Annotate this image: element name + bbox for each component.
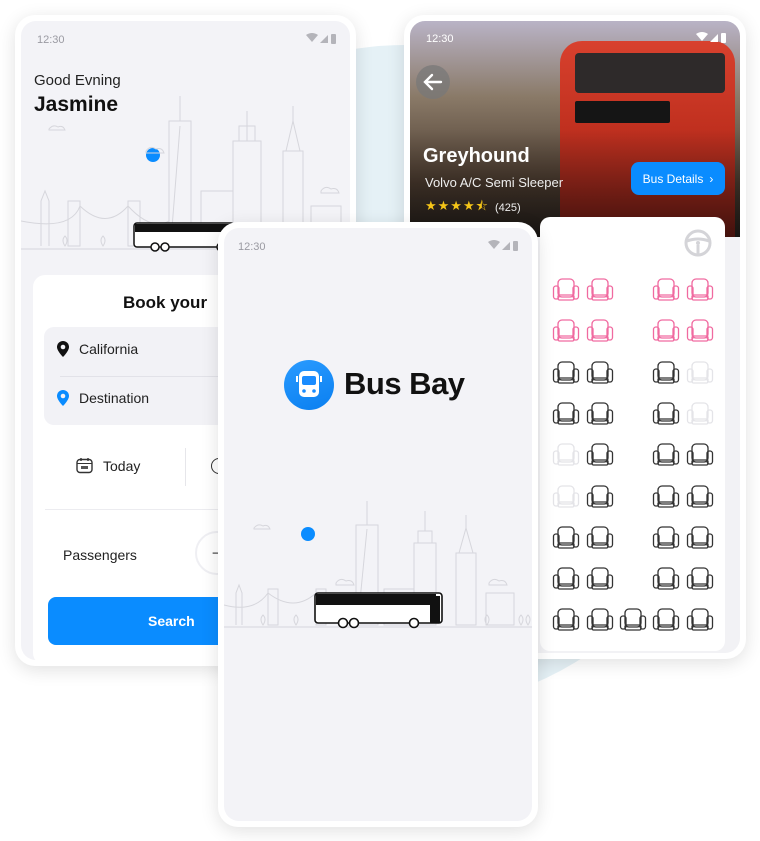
seat-booked <box>686 278 714 301</box>
seat-available[interactable] <box>586 566 614 592</box>
app-logo <box>284 360 334 410</box>
seat-map <box>540 217 725 651</box>
booking-card-title: Book your <box>123 293 208 312</box>
splash-screen: 12:30 Bus Bay <box>224 228 532 821</box>
seat-available[interactable] <box>552 401 580 427</box>
operator-name: Greyhound <box>423 145 530 167</box>
seat-available[interactable] <box>586 401 614 427</box>
seat-booked <box>686 319 714 342</box>
seat-available[interactable] <box>686 566 714 592</box>
bus-front-icon <box>296 371 322 397</box>
greeting: Good Evning <box>34 72 121 89</box>
seat-available[interactable] <box>552 607 580 633</box>
seat-available[interactable] <box>586 607 614 633</box>
seat-booked <box>652 278 680 301</box>
bus-illustration <box>314 592 443 629</box>
review-count: (425) <box>494 202 521 214</box>
location-pin-icon <box>57 341 69 357</box>
status-time: 12:30 <box>426 33 454 45</box>
back-button[interactable] <box>416 65 450 99</box>
rating: ★★★★⯪ (425) <box>425 197 521 219</box>
seat-unavailable <box>686 402 714 425</box>
destination-placeholder: Destination <box>79 390 150 406</box>
seat-available[interactable] <box>586 484 614 510</box>
seat-available[interactable] <box>652 607 680 633</box>
steering-wheel-icon <box>684 229 712 257</box>
seat-booked <box>552 319 580 342</box>
date-selector[interactable]: Today <box>76 457 140 474</box>
destination-pin-icon <box>57 390 69 406</box>
seat-available[interactable] <box>652 401 680 427</box>
bus-details-button[interactable]: Bus Details › <box>631 162 725 195</box>
seat-available[interactable] <box>686 442 714 468</box>
seat-available[interactable] <box>586 442 614 468</box>
rating-stars: ★★★★⯪ <box>425 198 489 213</box>
seat-unavailable <box>552 443 580 466</box>
seat-available[interactable] <box>652 484 680 510</box>
seat-unavailable <box>552 484 580 508</box>
bus-type: Volvo A/C Semi Sleeper <box>425 175 564 190</box>
divider <box>185 448 186 486</box>
seat-available[interactable] <box>686 607 714 633</box>
seat-available[interactable] <box>619 607 647 633</box>
status-icons <box>488 240 518 251</box>
seat-available[interactable] <box>686 525 714 551</box>
status-icons <box>696 32 726 43</box>
status-time: 12:30 <box>238 241 266 253</box>
seat-available[interactable] <box>552 525 580 551</box>
app-name: Bus Bay <box>344 366 465 401</box>
arrow-left-icon <box>423 73 443 91</box>
seat-available[interactable] <box>652 442 680 468</box>
wifi-signal-battery-icon <box>696 32 726 43</box>
from-value: California <box>79 341 139 357</box>
from-field[interactable]: California <box>57 341 138 357</box>
status-icons <box>306 33 336 44</box>
seat-booked <box>652 319 680 342</box>
seat-available[interactable] <box>586 360 614 386</box>
passengers-label: Passengers <box>63 547 137 563</box>
seat-unavailable <box>686 360 714 384</box>
seat-booked <box>552 278 580 301</box>
splash-phone: 12:30 Bus Bay <box>218 222 538 827</box>
wifi-signal-battery-icon <box>306 33 336 44</box>
date-value: Today <box>103 457 141 474</box>
seat-available[interactable] <box>552 360 580 386</box>
seat-available[interactable] <box>586 525 614 551</box>
seat-available[interactable] <box>652 525 680 551</box>
seat-booked <box>586 319 614 342</box>
seat-available[interactable] <box>652 566 680 592</box>
destination-field[interactable]: Destination <box>57 390 149 406</box>
chevron-right-icon: › <box>709 171 714 186</box>
seat-available[interactable] <box>552 566 580 592</box>
bus-details-label: Bus Details <box>642 171 704 186</box>
wifi-signal-battery-icon <box>488 240 518 251</box>
seat-available[interactable] <box>652 360 680 386</box>
seat-booked <box>586 278 614 301</box>
calendar-icon <box>76 458 93 474</box>
seat-available[interactable] <box>686 484 714 510</box>
status-time: 12:30 <box>37 34 65 46</box>
